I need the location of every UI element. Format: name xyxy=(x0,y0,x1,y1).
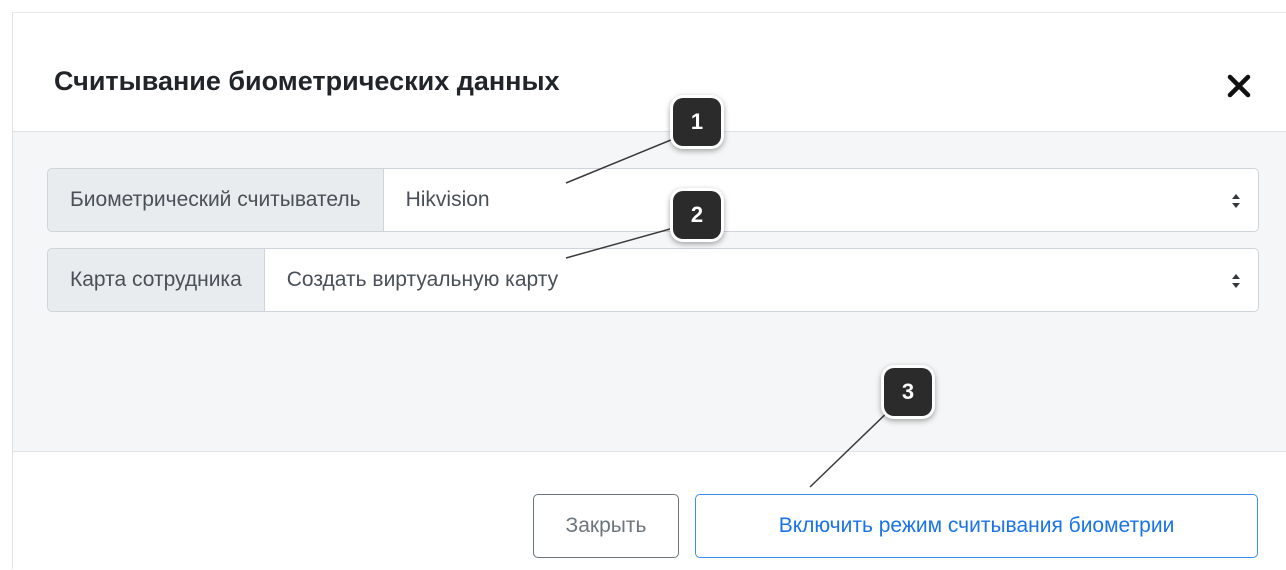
callout-badge-1: 1 xyxy=(673,98,721,146)
enable-biometric-reading-button[interactable]: Включить режим считывания биометрии xyxy=(695,494,1258,558)
select-caret-icon xyxy=(1232,274,1240,288)
card-select[interactable]: Создать виртуальную карту xyxy=(263,248,1259,312)
callout-badge-2: 2 xyxy=(673,191,721,239)
card-input-group: Карта сотрудника Создать виртуальную кар… xyxy=(47,248,1259,312)
callout-badge-3: 3 xyxy=(884,368,932,416)
reader-select[interactable]: Hikvision xyxy=(382,168,1259,232)
close-button[interactable]: Закрыть xyxy=(533,494,679,558)
biometrics-dialog: Считывание биометрических данных Биометр… xyxy=(12,12,1286,570)
dialog-title: Считывание биометрических данных xyxy=(54,66,560,96)
card-select-value: Создать виртуальную карту xyxy=(286,268,559,291)
reader-label: Биометрический считыватель xyxy=(47,168,383,232)
reader-input-group: Биометрический считыватель Hikvision xyxy=(47,168,1259,232)
reader-select-value: Hikvision xyxy=(405,188,490,211)
dialog-body: Биометрический считыватель Hikvision Кар… xyxy=(13,132,1286,452)
select-caret-icon xyxy=(1232,194,1240,208)
dialog-footer: Закрыть Включить режим считывания биомет… xyxy=(13,452,1286,570)
card-label: Карта сотрудника xyxy=(47,248,264,312)
dialog-header: Считывание биометрических данных xyxy=(13,13,1286,132)
close-icon[interactable] xyxy=(1224,69,1254,99)
